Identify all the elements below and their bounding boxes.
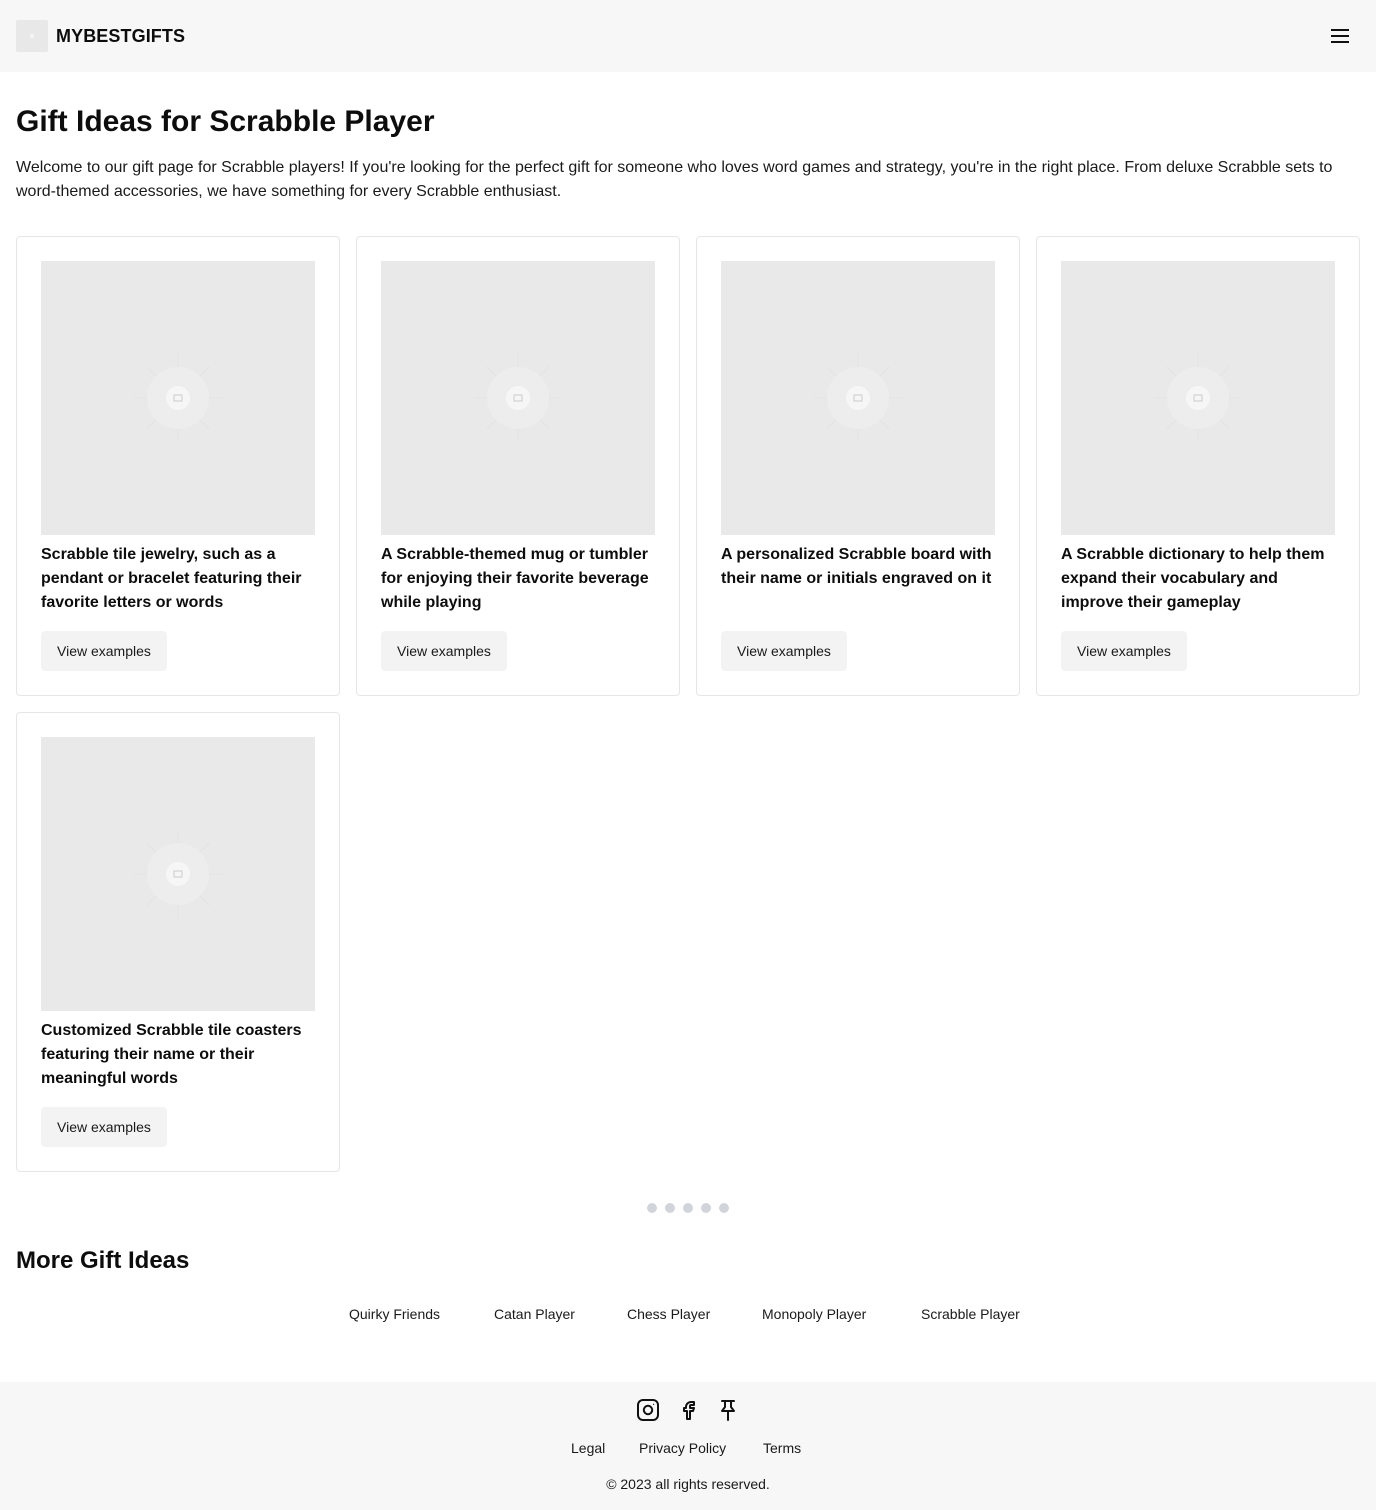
pagination-dot[interactable] [683, 1203, 693, 1213]
logo-icon[interactable] [16, 20, 48, 52]
gift-card: A personalized Scrabble board with their… [696, 236, 1020, 696]
footer-link-privacy-policy[interactable]: Privacy Policy [639, 1438, 726, 1458]
facebook-icon[interactable] [676, 1398, 700, 1422]
view-examples-button[interactable]: View examples [41, 1107, 167, 1147]
footer-link-legal[interactable]: Legal [571, 1438, 605, 1458]
pagination-dot[interactable] [647, 1203, 657, 1213]
copyright-text: © 2023 all rights reserved. [606, 1476, 770, 1492]
gift-card-title: Scrabble tile jewelry, such as a pendant… [41, 546, 302, 611]
more-link-catan-player[interactable]: Catan Player [494, 1304, 575, 1324]
image-placeholder-icon [721, 261, 995, 535]
pagination-dot[interactable] [665, 1203, 675, 1213]
view-examples-button[interactable]: View examples [41, 631, 167, 671]
gift-card: Customized Scrabble tile coasters featur… [16, 712, 340, 1172]
gift-card-title: Customized Scrabble tile coasters featur… [41, 1022, 302, 1087]
pagination-dot[interactable] [701, 1203, 711, 1213]
more-link-quirky-friends[interactable]: Quirky Friends [349, 1304, 440, 1324]
intro-text: Welcome to our gift page for Scrabble pl… [16, 159, 1333, 200]
more-link-chess-player[interactable]: Chess Player [627, 1304, 710, 1324]
gift-card-title: A Scrabble dictionary to help them expan… [1061, 546, 1325, 611]
image-placeholder-icon [1061, 261, 1335, 535]
gift-card: A Scrabble-themed mug or tumbler for enj… [356, 236, 680, 696]
page-title: Gift Ideas for Scrabble Player [16, 105, 435, 138]
view-examples-button[interactable]: View examples [1061, 631, 1187, 671]
gift-card-title: A Scrabble-themed mug or tumbler for enj… [381, 546, 649, 611]
pagination-dot[interactable] [719, 1203, 729, 1213]
more-link-monopoly-player[interactable]: Monopoly Player [762, 1304, 866, 1324]
view-examples-button[interactable]: View examples [381, 631, 507, 671]
footer-link-terms[interactable]: Terms [763, 1438, 801, 1458]
more-link-scrabble-player[interactable]: Scrabble Player [921, 1304, 1020, 1324]
hamburger-menu-icon[interactable] [1328, 24, 1352, 48]
more-gift-ideas-heading: More Gift Ideas [16, 1247, 190, 1274]
gift-card: A Scrabble dictionary to help them expan… [1036, 236, 1360, 696]
instagram-icon[interactable] [636, 1398, 660, 1422]
gift-card: Scrabble tile jewelry, such as a pendant… [16, 236, 340, 696]
pinterest-icon[interactable] [716, 1398, 740, 1422]
gift-card-title: A personalized Scrabble board with their… [721, 546, 992, 587]
image-placeholder-icon [41, 261, 315, 535]
image-placeholder-icon [381, 261, 655, 535]
brand-name[interactable]: MYBESTGIFTS [56, 25, 185, 47]
site-header: MYBESTGIFTS [0, 0, 1376, 72]
image-placeholder-icon [41, 737, 315, 1011]
view-examples-button[interactable]: View examples [721, 631, 847, 671]
